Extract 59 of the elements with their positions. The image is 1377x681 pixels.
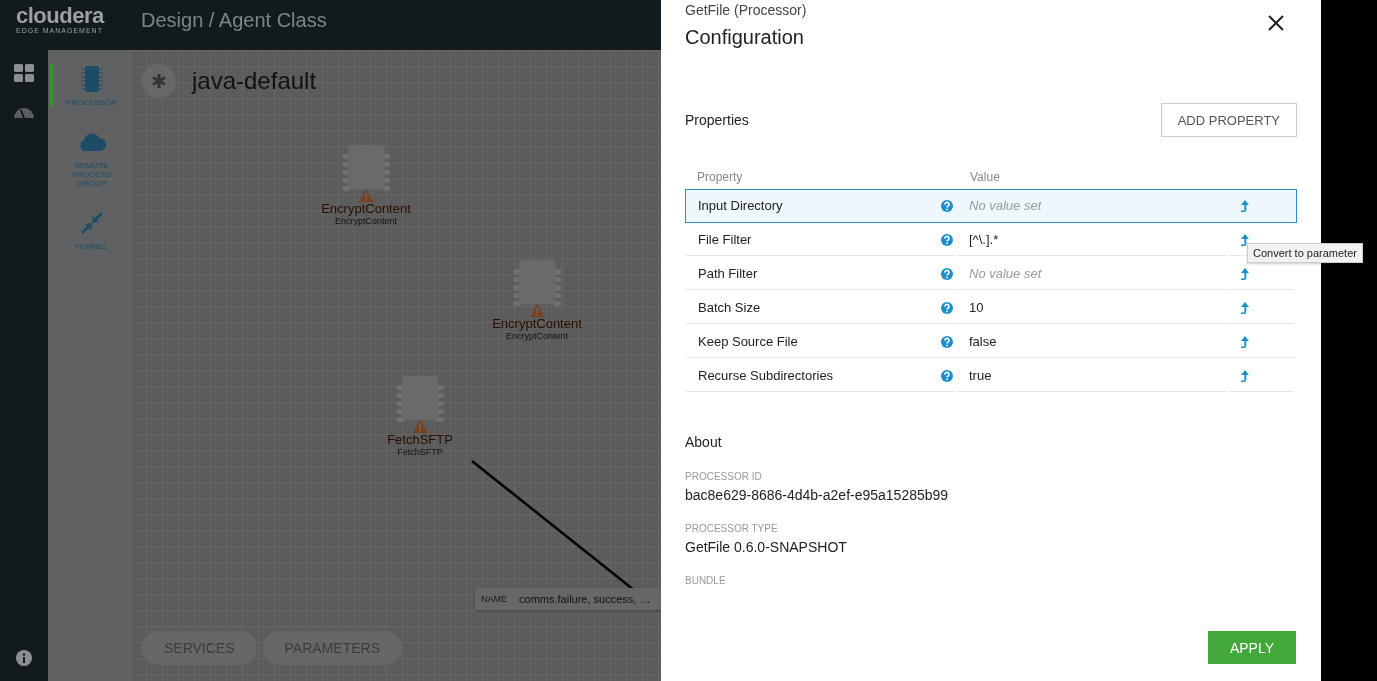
- help-icon[interactable]: [941, 267, 953, 280]
- panel-title: Configuration: [685, 26, 805, 49]
- help-icon[interactable]: [941, 233, 953, 246]
- processor-node-icon[interactable]: [512, 260, 562, 318]
- field-value: GetFile 0.6.0-SNAPSHOT: [685, 539, 848, 555]
- convert-arrow-icon[interactable]: [1239, 266, 1251, 281]
- property-value: [^\.].*: [969, 232, 999, 247]
- processor-node-icon[interactable]: [341, 145, 391, 203]
- field-value: bac8e629-8686-4d4b-a2ef-e95a15285b99: [685, 487, 950, 503]
- property-name: Path Filter: [698, 266, 758, 281]
- flow-title: java-default: [192, 67, 317, 95]
- label-value: comms.failure, success, …: [519, 593, 651, 605]
- help-icon[interactable]: [941, 335, 953, 348]
- node-type: FetchSFTP: [397, 447, 443, 457]
- tooltip: Convert to parameter: [1247, 243, 1363, 263]
- close-icon[interactable]: [1267, 14, 1285, 32]
- column-header: Property: [696, 170, 744, 184]
- node-name: EncryptContent: [321, 201, 411, 216]
- property-value: 10: [969, 300, 984, 315]
- property-value: false: [969, 334, 997, 349]
- property-row[interactable]: Recurse Subdirectories true: [685, 359, 1297, 393]
- column-header: Value: [969, 170, 1001, 184]
- add-property-button[interactable]: ADD PROPERTY: [1160, 103, 1297, 137]
- property-row[interactable]: Keep Source File false: [685, 325, 1297, 359]
- node-type: EncryptContent: [506, 331, 568, 341]
- convert-arrow-icon[interactable]: [1239, 232, 1251, 247]
- info-icon[interactable]: [15, 649, 33, 667]
- convert-arrow-icon[interactable]: [1239, 198, 1251, 213]
- breadcrumb: Design / Agent Class: [141, 8, 327, 32]
- property-name: Input Directory: [698, 198, 783, 213]
- property-row[interactable]: Batch Size 10: [685, 291, 1297, 325]
- node-type: EncryptContent: [335, 216, 397, 226]
- dashboard-icon[interactable]: [13, 62, 35, 84]
- property-name: File Filter: [698, 232, 752, 247]
- help-icon[interactable]: [941, 301, 953, 314]
- property-name: Batch Size: [698, 300, 761, 315]
- property-value-placeholder: No value set: [969, 266, 1042, 281]
- property-row[interactable]: Input Directory No value set: [685, 189, 1297, 223]
- panel-subtitle: GetFile (Processor): [685, 2, 808, 18]
- field-label: BUNDLE: [685, 575, 727, 586]
- asterisk-icon[interactable]: [142, 64, 176, 98]
- convert-arrow-icon[interactable]: [1239, 300, 1251, 315]
- property-name: Recurse Subdirectories: [698, 368, 834, 383]
- help-icon[interactable]: [941, 199, 953, 212]
- field-label: PROCESSOR TYPE: [685, 523, 779, 534]
- field-label: PROCESSOR ID: [685, 471, 763, 482]
- section-heading: Properties: [685, 112, 749, 128]
- convert-arrow-icon[interactable]: [1239, 368, 1251, 383]
- node-name: EncryptContent: [492, 316, 582, 331]
- help-icon[interactable]: [941, 369, 953, 382]
- convert-arrow-icon[interactable]: [1239, 334, 1251, 349]
- property-name: Keep Source File: [698, 334, 798, 349]
- property-value: true: [969, 368, 992, 383]
- section-heading: About: [685, 434, 722, 450]
- node-name: FetchSFTP: [387, 432, 453, 447]
- processor-node-icon[interactable]: [395, 376, 445, 434]
- logo-text: cloudera: [16, 4, 106, 27]
- property-value-placeholder: No value set: [969, 198, 1042, 213]
- label-key: NAME: [481, 594, 507, 604]
